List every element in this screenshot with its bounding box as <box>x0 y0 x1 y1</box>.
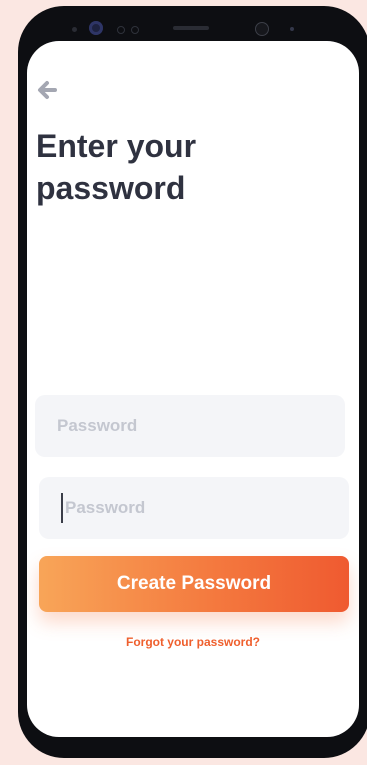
forgot-password-link[interactable]: Forgot your password? <box>27 635 359 649</box>
confirm-password-input[interactable] <box>39 477 349 539</box>
password-field[interactable] <box>35 395 345 457</box>
confirm-password-field[interactable] <box>39 477 349 539</box>
arrow-left-icon[interactable] <box>35 79 59 101</box>
front-camera <box>89 21 103 35</box>
sensor-dot <box>290 27 294 31</box>
sensor-dot <box>131 26 139 34</box>
speaker-grille <box>173 26 209 30</box>
text-caret <box>61 493 63 523</box>
create-password-button[interactable]: Create Password <box>39 556 349 612</box>
phone-frame: Enter your password Create Password Forg… <box>18 6 367 758</box>
title-line: Enter your <box>36 128 197 164</box>
app-screen: Enter your password Create Password Forg… <box>27 41 359 737</box>
proximity-sensor <box>255 22 269 36</box>
sensor-dot <box>117 26 125 34</box>
password-input[interactable] <box>35 395 345 457</box>
title-line: password <box>36 170 186 206</box>
sensor-dot <box>72 27 77 32</box>
page-title: Enter your password <box>36 125 196 209</box>
